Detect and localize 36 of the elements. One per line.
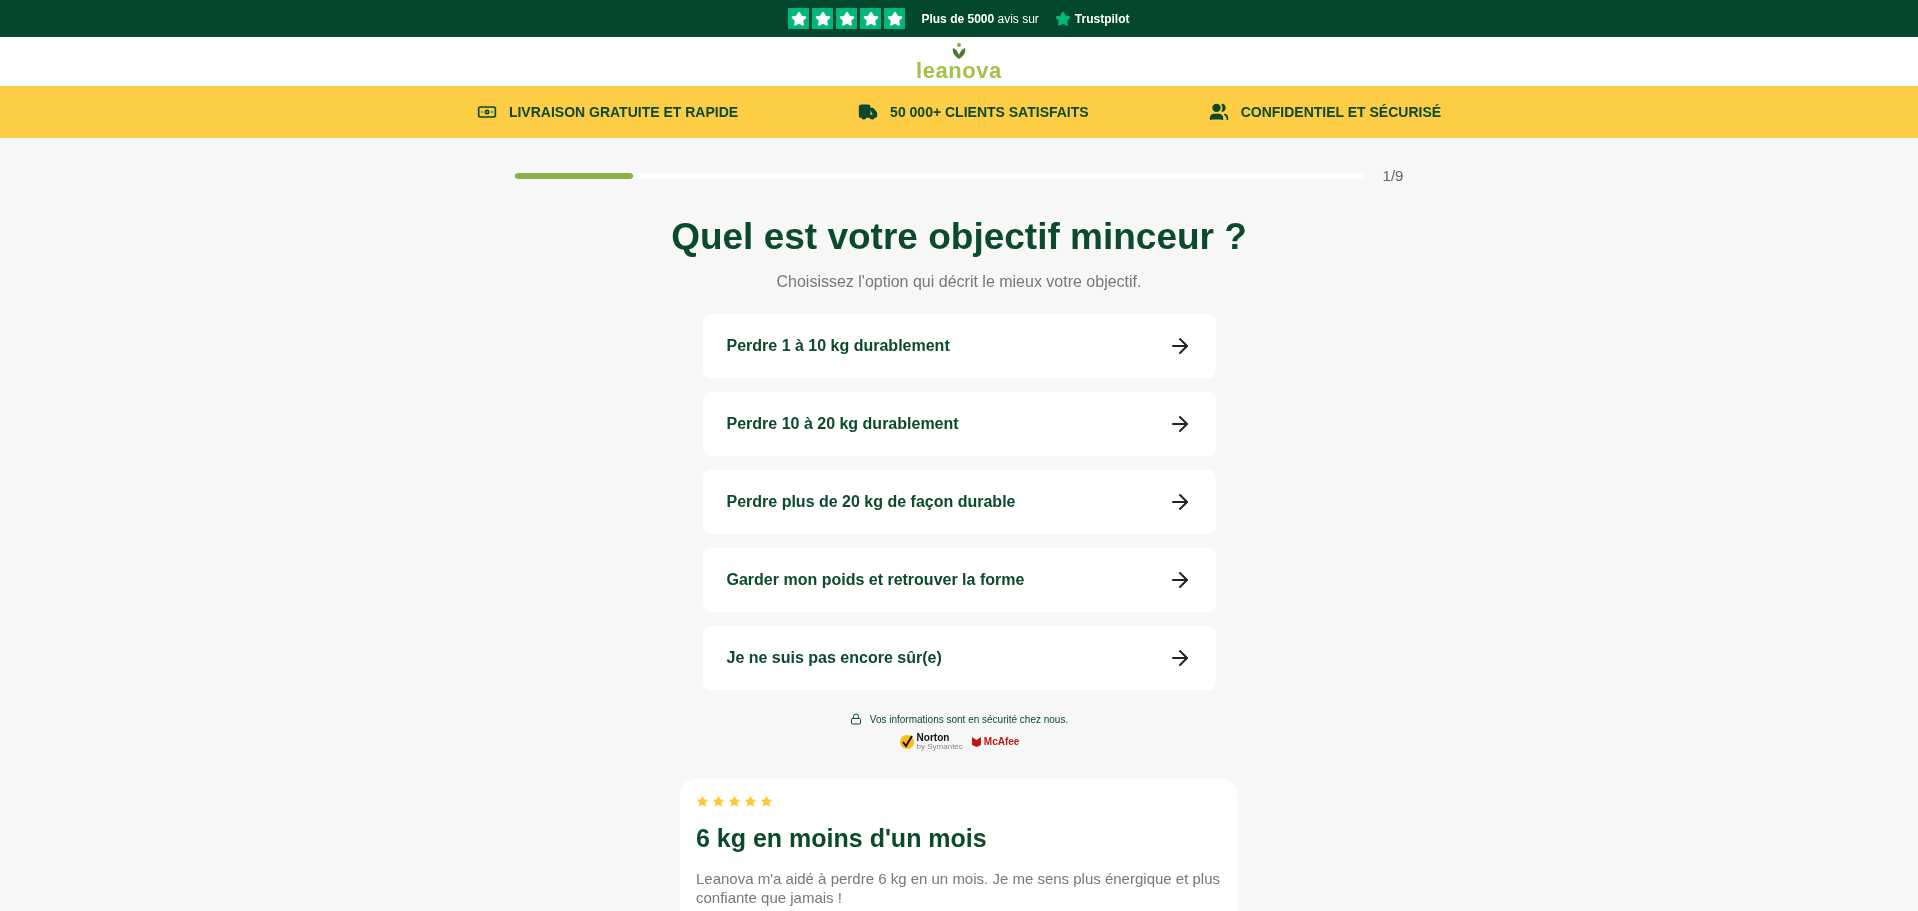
answer-option[interactable]: Garder mon poids et retrouver la forme <box>702 547 1216 612</box>
star-icon <box>1054 10 1071 27</box>
security-note: Vos informations sont en sécurité chez nous. <box>869 712 1069 727</box>
star-icon <box>860 8 882 29</box>
answer-option[interactable]: Je ne suis pas encore sûr(e) <box>702 625 1216 690</box>
question-subtitle: Choisissez l'option qui décrit le mieux votre objectif. <box>775 271 1143 292</box>
answer-option[interactable]: Perdre 10 à 20 kg durablement <box>702 391 1216 456</box>
star-icon <box>760 794 773 808</box>
benefit-label: 50 000+ CLIENTS SATISFAITS <box>890 102 1089 122</box>
question-title: Quel est votre objectif minceur ? <box>670 214 1248 259</box>
step-counter: 1/9 <box>1382 166 1404 186</box>
benefit-label: LIVRAISON GRATUITE ET RAPIDE <box>508 102 739 122</box>
star-icon <box>812 8 834 29</box>
norton-sub-text: by Symantec <box>916 742 963 751</box>
brand-name: Trustpilot <box>1074 10 1130 28</box>
star-icon <box>696 794 709 808</box>
star-icon <box>712 794 725 808</box>
star-icon <box>728 794 741 808</box>
mcafee-logo-text: McAfee <box>983 735 1020 750</box>
star-icon <box>788 8 810 29</box>
star-icon <box>884 8 906 29</box>
people-icon <box>1208 102 1229 122</box>
star-icon <box>744 794 757 808</box>
star-icon <box>836 8 858 29</box>
truck-icon <box>858 102 879 122</box>
leaf-logo-icon <box>952 41 966 60</box>
review-title: 6 kg en moins d'un mois <box>696 822 988 854</box>
benefit-label: CONFIDENTIEL ET SÉCURISÉ <box>1240 102 1442 122</box>
norton-logo-text: Norton <box>916 732 951 743</box>
review-text: Leanova m'a aidé à perdre 6 kg en un mois. Je me sens plus énergique et plus confiante que jamais ! <box>696 869 1222 908</box>
lock-icon <box>849 713 862 726</box>
shield-logo-icon <box>970 736 982 748</box>
answer-option[interactable]: Perdre plus de 20 kg de façon durable <box>702 469 1216 534</box>
checkmark-seal-icon <box>898 733 915 750</box>
answer-option[interactable]: Perdre 1 à 10 kg durablement <box>702 313 1216 378</box>
review-count: Plus de 5000 avis sur <box>921 10 1039 28</box>
